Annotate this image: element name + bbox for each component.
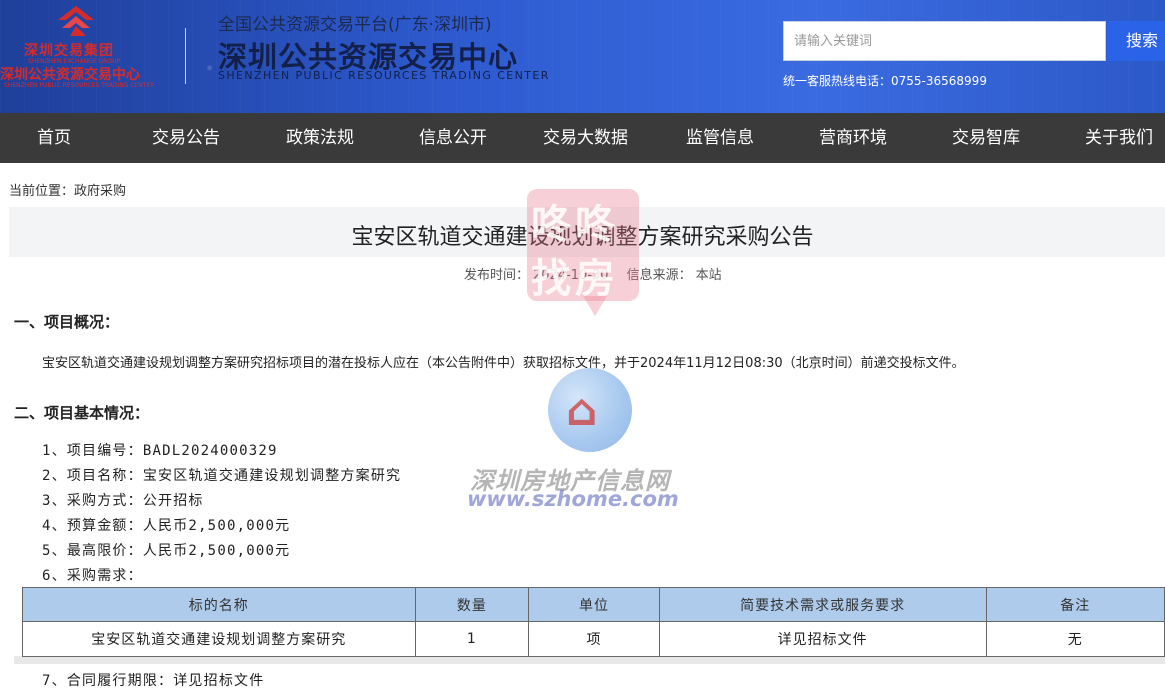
nav-item-disclosure[interactable]: 信息公开 — [419, 113, 487, 163]
watermark-house-icon: ⌂ — [566, 385, 598, 436]
nav-item-business-env[interactable]: 营商环境 — [819, 113, 887, 163]
table-cell: 详见招标文件 — [658, 621, 987, 657]
table-row: 宝安区轨道交通建设规划调整方案研究 1 项 详见招标文件 无 — [22, 621, 1165, 657]
info-line-budget: 4、预算金额：人民币2,500,000元 — [42, 518, 291, 534]
info-line-project-number: 1、项目编号：BADL2024000329 — [42, 443, 278, 459]
nav-item-big-data[interactable]: 交易大数据 — [543, 113, 628, 163]
table-cell: 1 — [414, 621, 530, 657]
info-line-method: 3、采购方式：公开招标 — [42, 493, 204, 509]
logo-center-name: 深圳公共资源交易中心 — [0, 67, 140, 83]
info-line-project-name: 2、项目名称：宝安区轨道交通建设规划调整方案研究 — [42, 468, 402, 484]
watermark-stamp-text: 找房 — [531, 256, 619, 302]
nav-item-think-tank[interactable]: 交易智库 — [952, 113, 1020, 163]
watermark-stamp-text: 咚咚 — [531, 202, 619, 248]
search-input[interactable]: 请输入关键词 — [783, 21, 1106, 61]
nav-item-announcements[interactable]: 交易公告 — [152, 113, 220, 163]
publish-label: 发布时间： — [464, 268, 530, 283]
logo-mark-icon — [58, 6, 94, 36]
site-header: 深圳交易集团 SHENZHEN EXCHANGE GROUP 深圳公共资源交易中… — [0, 0, 1165, 113]
main-nav: 首页 交易公告 政策法规 信息公开 交易大数据 监管信息 营商环境 交易智库 关… — [0, 113, 1165, 163]
source-value: 本站 — [695, 268, 722, 283]
info-line-requirements: 6、采购需求： — [42, 568, 143, 584]
nav-item-supervision[interactable]: 监管信息 — [686, 113, 754, 163]
table-header-cell: 单位 — [528, 587, 660, 622]
info-line-contract-period: 7、合同履行期限：详见招标文件 — [42, 673, 265, 689]
info-line-max-price: 5、最高限价：人民币2,500,000元 — [42, 543, 291, 559]
overview-paragraph: 宝安区轨道交通建设规划调整方案研究招标项目的潜在投标人应在（本公告附件中）获取招… — [42, 356, 965, 371]
table-header-cell: 简要技术需求或服务要求 — [658, 587, 987, 622]
section-heading-basic-info: 二、项目基本情况： — [14, 404, 150, 422]
service-hotline: 统一客服热线电话：0755-36568999 — [783, 74, 987, 88]
table-shadow — [14, 656, 1165, 664]
logo-center-name-en: SHENZHEN PUBLIC RESOURCES TRADING CENTER — [4, 82, 155, 89]
watermark-site-url: www.szhome.com — [467, 487, 679, 511]
table-header-cell: 数量 — [414, 587, 530, 622]
table-cell: 宝安区轨道交通建设规划调整方案研究 — [22, 621, 416, 657]
site-subtitle: 全国公共资源交易平台(广东·深圳市) — [218, 15, 492, 35]
search-button[interactable]: 搜索 — [1107, 21, 1165, 61]
breadcrumb: 当前位置：政府采购 — [9, 184, 127, 199]
table-header-cell: 标的名称 — [22, 587, 416, 622]
requirements-table: 标的名称 数量 单位 简要技术需求或服务要求 备注 宝安区轨道交通建设规划调整方… — [22, 587, 1165, 657]
nav-item-about[interactable]: 关于我们 — [1085, 113, 1153, 163]
table-cell: 无 — [985, 621, 1165, 657]
site-logo[interactable]: 深圳交易集团 SHENZHEN EXCHANGE GROUP 深圳公共资源交易中… — [0, 4, 165, 104]
table-cell: 项 — [528, 621, 660, 657]
logo-group-name: 深圳交易集团 — [24, 43, 114, 59]
logo-divider — [185, 28, 186, 84]
site-title-en: SHENZHEN PUBLIC RESOURCES TRADING CENTER — [218, 69, 550, 82]
nav-item-policies[interactable]: 政策法规 — [286, 113, 354, 163]
table-header-row: 标的名称 数量 单位 简要技术需求或服务要求 备注 — [22, 587, 1165, 622]
section-heading-overview: 一、项目概况： — [14, 313, 120, 331]
nav-item-home[interactable]: 首页 — [37, 113, 71, 163]
table-header-cell: 备注 — [985, 587, 1165, 622]
